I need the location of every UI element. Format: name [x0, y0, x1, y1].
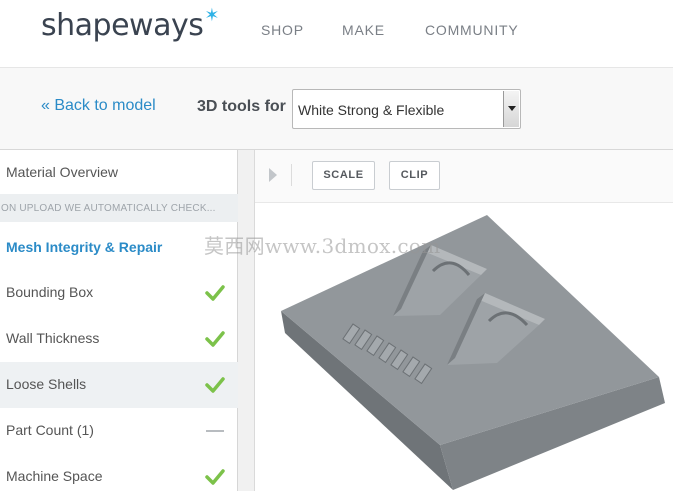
- sidebar-item-label: Part Count (1): [6, 422, 94, 438]
- sidebar-item-mesh-integrity[interactable]: Mesh Integrity & Repair: [0, 224, 238, 270]
- tools-bar: « Back to model 3D tools for White Stron…: [0, 68, 673, 150]
- checks-sidebar: Material Overview ON UPLOAD WE AUTOMATIC…: [0, 150, 238, 491]
- tools-for-label: 3D tools for: [197, 98, 286, 115]
- shapeways-logo[interactable]: shapeways✶: [41, 5, 219, 43]
- nav-make[interactable]: MAKE: [342, 22, 385, 38]
- check-icon: [205, 377, 225, 393]
- scale-button[interactable]: SCALE: [312, 161, 375, 190]
- sidebar-item-loose-shells[interactable]: Loose Shells: [0, 362, 238, 408]
- sidebar-item-label: Machine Space: [6, 468, 103, 484]
- sidebar-item-label: Loose Shells: [6, 376, 87, 392]
- upload-check-note-text: ON UPLOAD WE AUTOMATICALLY CHECK...: [1, 203, 216, 214]
- check-icon: [205, 469, 225, 485]
- sidebar-item-part-count[interactable]: Part Count (1): [0, 408, 238, 454]
- sidebar-item-label: Wall Thickness: [6, 330, 100, 346]
- dash-icon: [206, 430, 224, 432]
- sidebar-item-label: Bounding Box: [6, 284, 94, 300]
- check-icon: [205, 285, 225, 301]
- back-to-model-link[interactable]: « Back to model: [41, 97, 156, 115]
- toolbar-divider: [291, 164, 292, 186]
- dropdown-arrow-icon[interactable]: [503, 91, 519, 127]
- nav-community[interactable]: COMMUNITY: [425, 22, 519, 38]
- watermark-text: 莫西网www.3dmox.com: [204, 234, 441, 258]
- sidebar-item-wall-thickness[interactable]: Wall Thickness: [0, 316, 238, 362]
- sidebar-item-bounding-box[interactable]: Bounding Box: [0, 270, 238, 316]
- model-viewer[interactable]: SCALE CLIP: [255, 150, 673, 491]
- upload-check-note: ON UPLOAD WE AUTOMATICALLY CHECK...: [0, 194, 238, 222]
- play-icon[interactable]: [269, 168, 277, 182]
- sidebar-item-label: Material Overview: [6, 164, 119, 180]
- sidebar-section-title: Mesh Integrity & Repair: [6, 239, 163, 255]
- sidebar-item-machine-space[interactable]: Machine Space: [0, 454, 238, 491]
- sidebar-item-material-overview[interactable]: Material Overview: [0, 150, 238, 196]
- clip-button[interactable]: CLIP: [389, 161, 440, 190]
- sidebar-scroll-strip[interactable]: [238, 150, 255, 491]
- material-select[interactable]: White Strong & Flexible: [292, 89, 521, 129]
- nav-shop[interactable]: SHOP: [261, 22, 304, 38]
- top-navigation: shapeways✶ SHOP MAKE COMMUNITY: [0, 0, 673, 68]
- material-select-value: White Strong & Flexible: [298, 102, 445, 118]
- logo-star-icon: ✶: [204, 5, 219, 26]
- check-icon: [205, 331, 225, 347]
- logo-text: shapeways: [41, 8, 204, 43]
- viewer-toolbar: SCALE CLIP: [255, 150, 673, 203]
